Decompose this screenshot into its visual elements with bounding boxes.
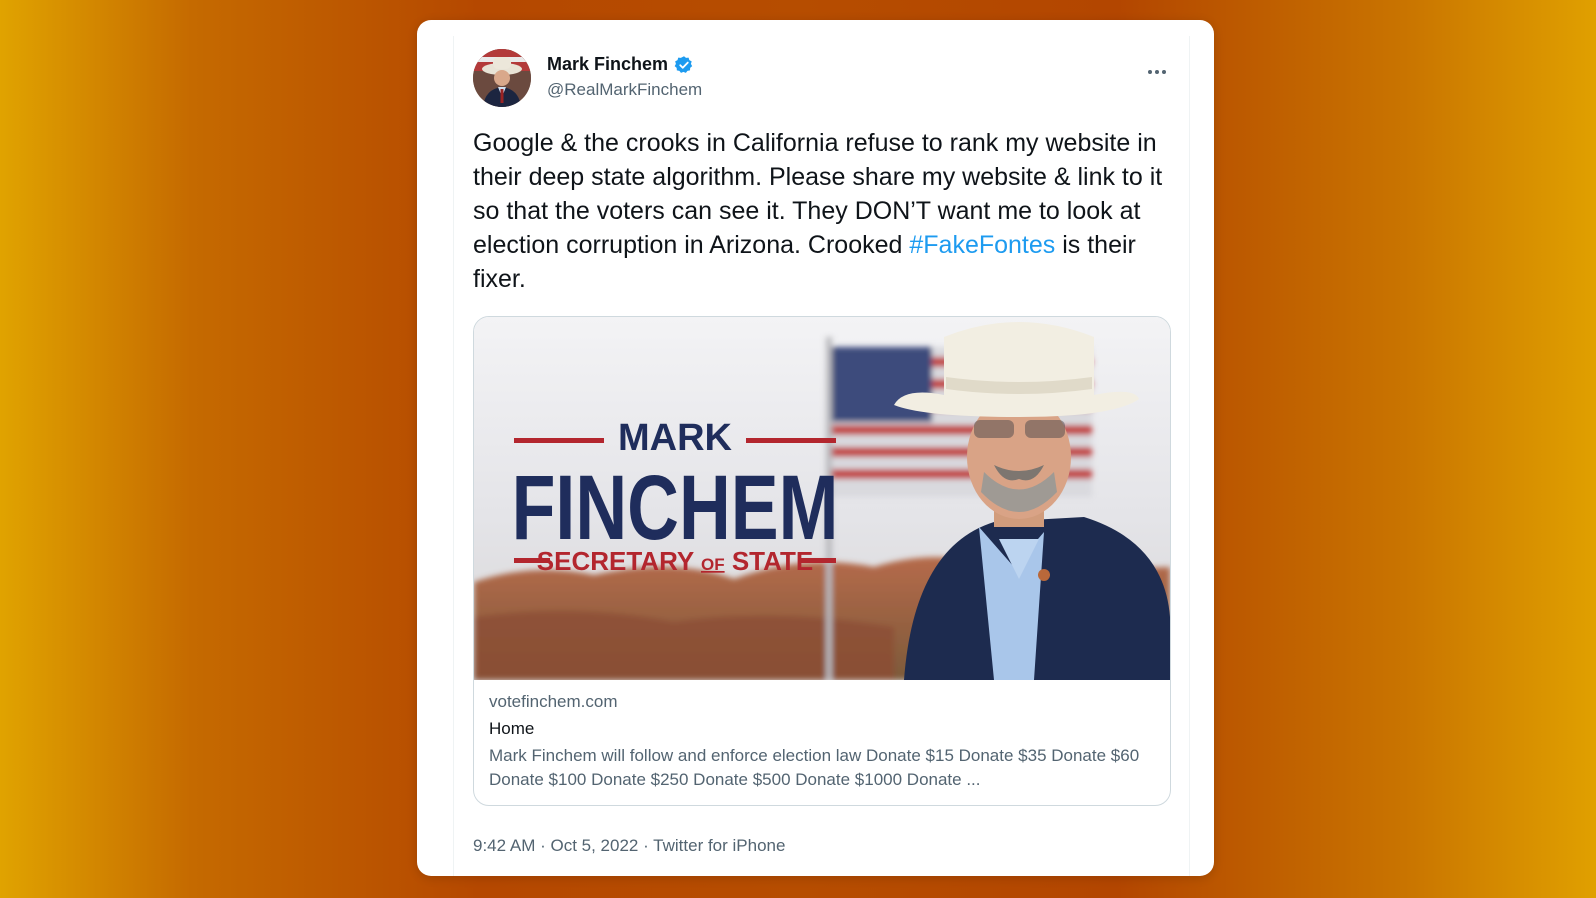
link-title: Home <box>489 719 535 738</box>
tweet-card: Mark Finchem @RealMarkFinchem Google & t… <box>417 20 1214 876</box>
banner-subtitle-b: STATE <box>725 546 814 576</box>
column-divider-right <box>1189 36 1190 876</box>
column-divider-left <box>453 36 454 876</box>
link-preview-image[interactable]: MARK FINCHEM SECRETARY OF STATE <box>474 317 1170 680</box>
banner-subtitle-of: OF <box>701 555 725 574</box>
banner-last-name: FINCHEM <box>512 456 839 559</box>
verified-badge-icon <box>674 55 694 75</box>
banner-subtitle-a: SECRETARY <box>537 546 701 576</box>
banner-first-name: MARK <box>618 417 733 459</box>
more-options-icon[interactable] <box>1145 62 1169 82</box>
tweet-text: Google & the crooks in California refuse… <box>473 126 1173 296</box>
avatar[interactable] <box>473 49 531 107</box>
author-handle[interactable]: @RealMarkFinchem <box>547 80 702 100</box>
link-preview-card[interactable]: MARK FINCHEM SECRETARY OF STATE votefinc… <box>473 316 1171 806</box>
link-description: Mark Finchem will follow and enforce ele… <box>489 746 1140 789</box>
tweet-timestamp[interactable]: 9:42 AM · Oct 5, 2022 · Twitter for iPho… <box>473 836 785 856</box>
author-name[interactable]: Mark Finchem <box>547 54 668 75</box>
link-domain: votefinchem.com <box>489 692 618 711</box>
hashtag-link[interactable]: #FakeFontes <box>909 231 1055 259</box>
banner-subtitle: SECRETARY OF STATE <box>537 546 813 576</box>
